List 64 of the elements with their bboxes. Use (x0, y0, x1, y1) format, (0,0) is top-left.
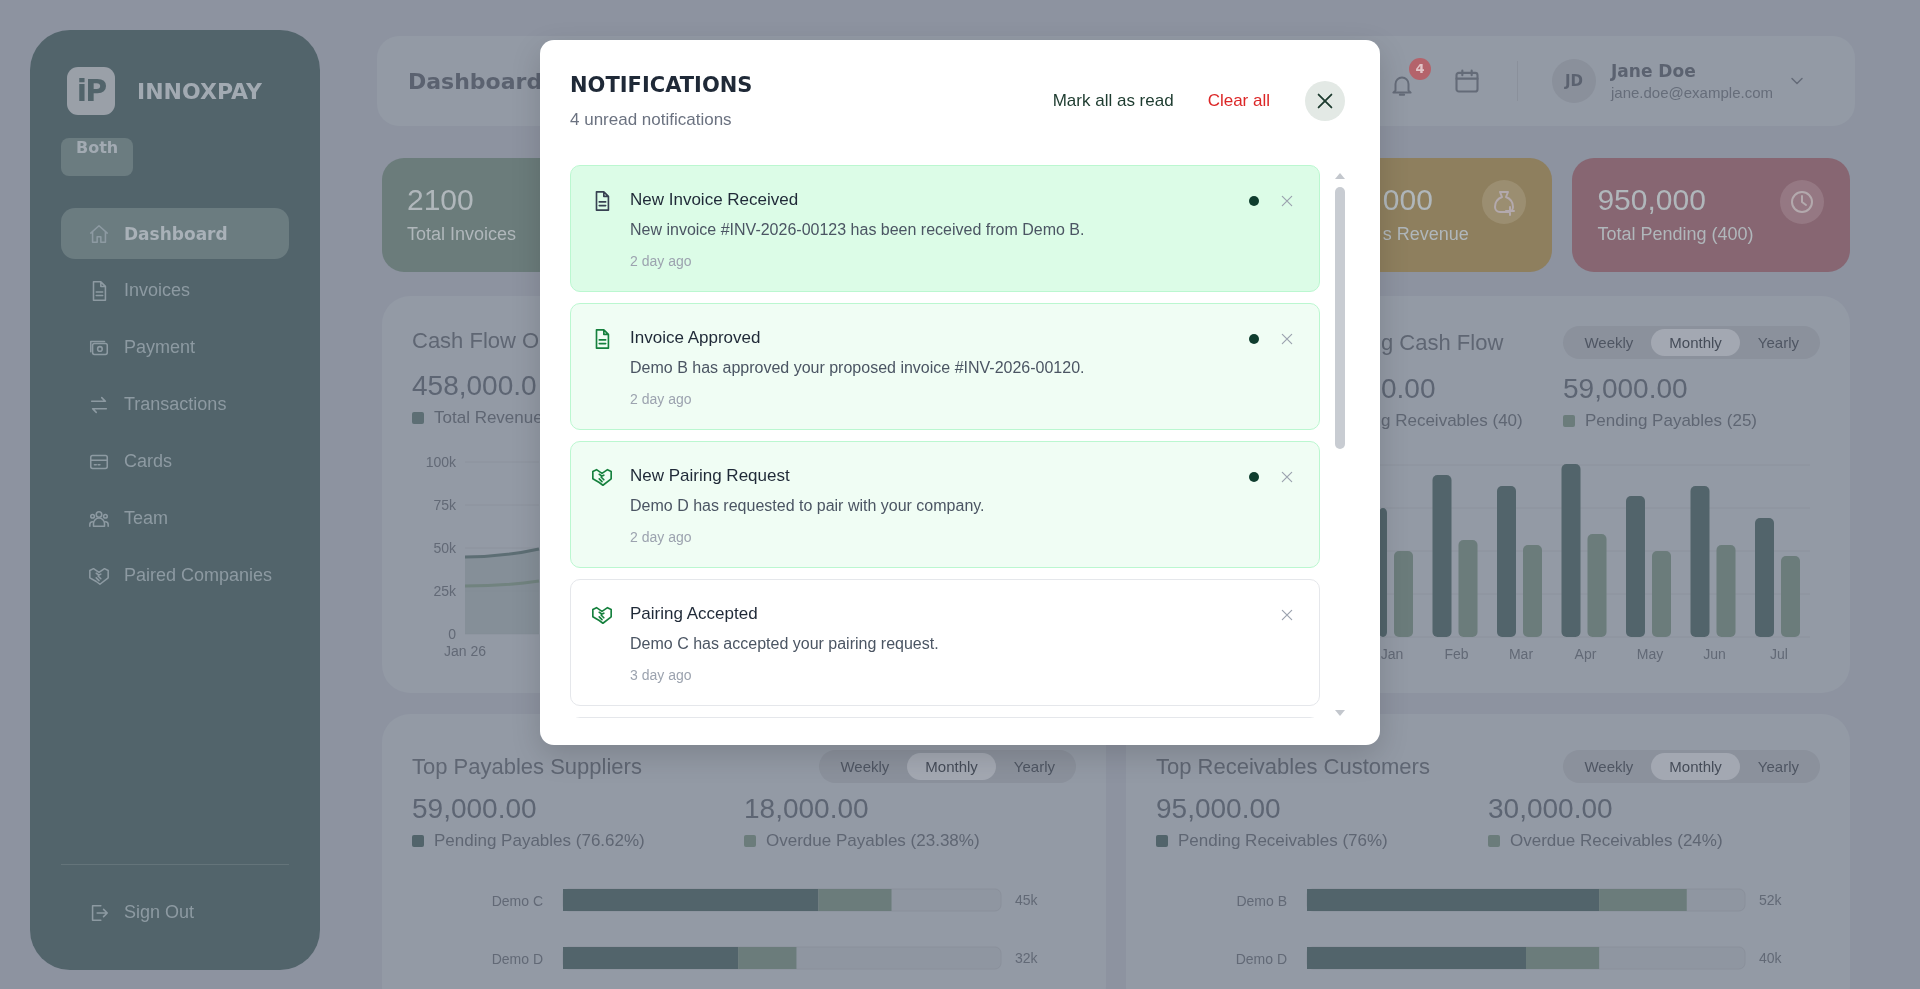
close-icon (1279, 193, 1295, 209)
stat-label: Total Pending (400) (1597, 224, 1754, 245)
unread-count: 4 unread notifications (570, 109, 732, 131)
notification-message: Demo B has approved your proposed invoice #INV-2026-00120. (630, 358, 1085, 378)
period-tab[interactable]: Monthly (907, 753, 996, 780)
notifications-button[interactable]: 4 (1389, 58, 1431, 98)
period-tab[interactable]: Monthly (1651, 329, 1740, 356)
clock-icon (1780, 180, 1824, 224)
stat-label: Total Invoices (407, 224, 517, 245)
mark-all-read-link[interactable]: Mark all as read (1052, 91, 1174, 111)
notification-title: Pairing Accepted (630, 603, 758, 625)
sign-out-link[interactable]: Sign Out (61, 887, 289, 938)
close-icon (1279, 607, 1295, 623)
logo: iP (67, 67, 115, 115)
notification-time: 2 day ago (630, 390, 692, 409)
notification-card[interactable]: New Invoice Received New invoice #INV-2026-00123 has been received from Demo B. 2 day ago (570, 165, 1320, 292)
clear-all-link[interactable]: Clear all (1207, 91, 1270, 111)
notification-time: 3 day ago (630, 666, 692, 685)
sidebar-item[interactable]: Dashboard (61, 208, 289, 259)
legend-swatch (412, 412, 424, 424)
sidebar-item[interactable]: Invoices (61, 265, 289, 316)
notification-title: Invoice Approved (630, 327, 761, 349)
stat-label: s Revenue (1382, 224, 1469, 245)
close-icon (1279, 469, 1295, 485)
stat-value: 000 (1382, 182, 1434, 218)
sidebar-item[interactable]: Payment (61, 322, 289, 373)
calendar-icon (1453, 67, 1481, 95)
money-bag-icon (1482, 180, 1527, 224)
notification-title: New Pairing Request (630, 465, 790, 487)
period-tab[interactable]: Weekly (822, 753, 908, 780)
notification-count: 4 (1409, 58, 1431, 80)
sidebar-item[interactable]: Cards (61, 436, 289, 487)
stat-value: 2100 (407, 182, 475, 218)
unread-dot (1249, 472, 1259, 482)
brand-name: INNOXPAY (137, 78, 262, 104)
home-icon (88, 222, 110, 245)
period-tab[interactable]: Yearly (995, 753, 1073, 780)
notification-message: Demo D has requested to pair with your company. (630, 496, 985, 516)
notification-message: Demo C has accepted your pairing request. (630, 634, 939, 654)
page-title: Dashboard (408, 68, 543, 94)
user-name: Jane Doe (1611, 61, 1697, 81)
scroll-down-icon[interactable] (1333, 708, 1347, 718)
notification-card[interactable]: Invoice Approved Demo B has approved your proposed invoice #INV-2026-00120. 2 day ago (570, 303, 1320, 430)
period-tab[interactable]: Yearly (1739, 329, 1817, 356)
notification-time: 2 day ago (630, 528, 692, 547)
notification-card[interactable]: New Pairing Request Demo D has requested to pair with your company. 2 day ago (570, 441, 1320, 568)
sidebar-item[interactable]: Team (61, 493, 289, 544)
dialog-title: NOTIFICATIONS (570, 72, 753, 99)
period-tab[interactable]: Yearly (1739, 753, 1817, 780)
scroll-up-icon[interactable] (1333, 171, 1347, 181)
period-tab[interactable]: Weekly (1566, 753, 1652, 780)
sidebar-item[interactable]: Transactions (61, 379, 289, 430)
period-tab[interactable]: Weekly (1566, 329, 1652, 356)
notification-time: 2 day ago (630, 252, 692, 271)
close-button[interactable] (1305, 81, 1345, 121)
sidebar-item[interactable]: Paired Companies (61, 550, 289, 601)
unread-dot (1249, 196, 1259, 206)
notification-message: New invoice #INV-2026-00123 has been received from Demo B. (630, 220, 1085, 240)
stat-value: 950,000 (1597, 182, 1707, 218)
notification-card[interactable]: Pairing Accepted Demo C has accepted your pairing request. 3 day ago (570, 579, 1320, 706)
close-icon (1279, 331, 1295, 347)
unread-dot (1249, 334, 1259, 344)
period-tab[interactable]: Monthly (1651, 753, 1740, 780)
notification-title: New Invoice Received (630, 189, 799, 211)
